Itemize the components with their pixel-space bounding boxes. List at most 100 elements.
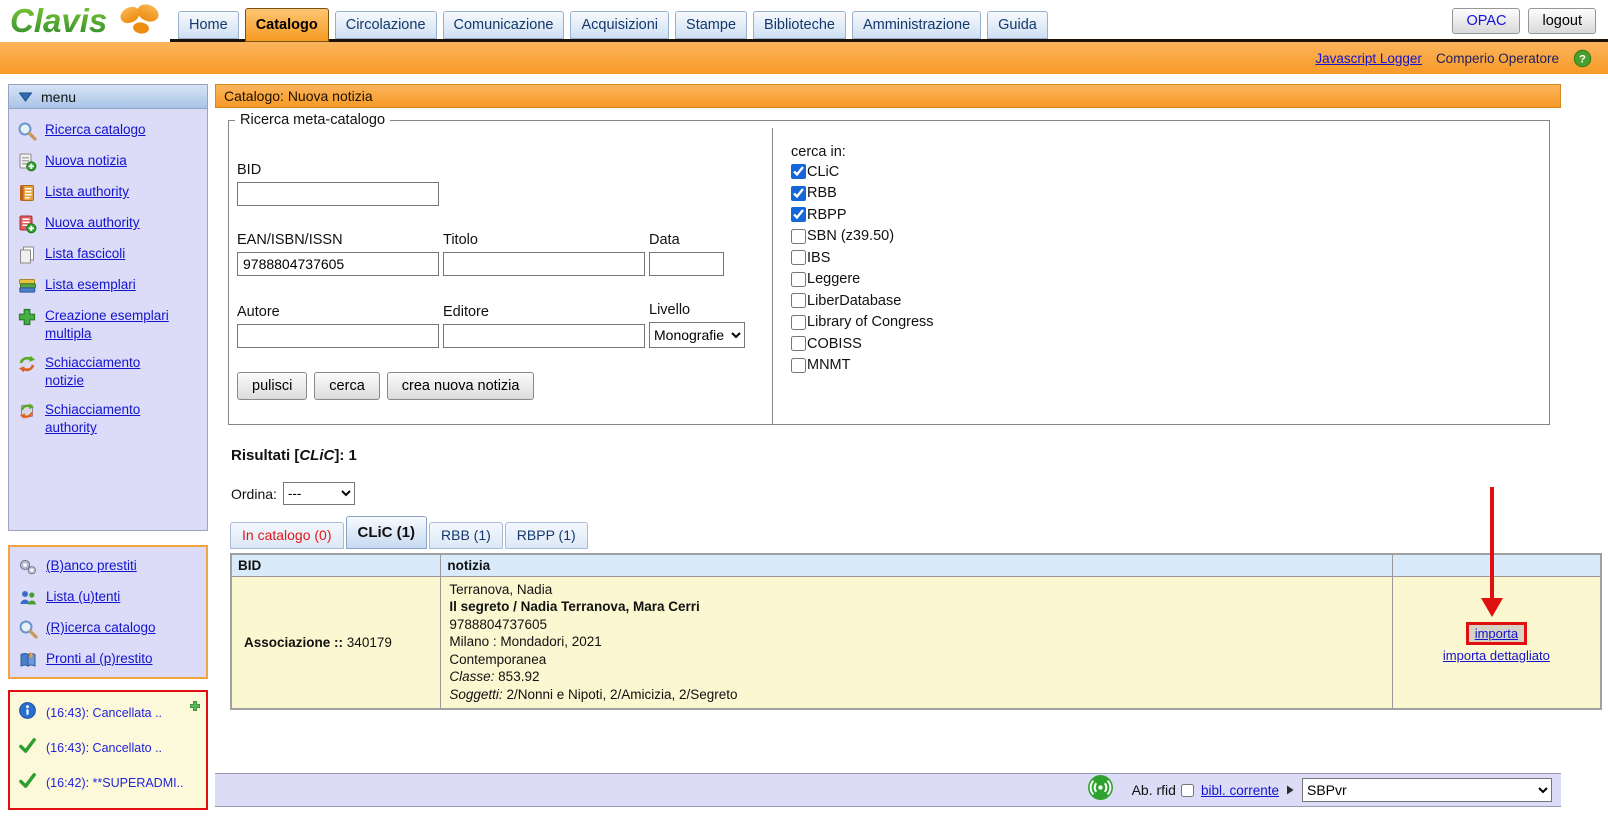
sidebar-link-ricerca-catalogo-quick[interactable]: (R)icerca catalogo (46, 619, 156, 637)
tab-acquisizioni[interactable]: Acquisizioni (570, 11, 669, 39)
sidebar-link-nuova-notizia[interactable]: Nuova notizia (45, 152, 127, 170)
editore-input[interactable] (443, 324, 645, 348)
meta-catalog-search: Ricerca meta-catalogo BID EAN/ISBN/ISSN … (228, 112, 1550, 425)
source-mnmt-checkbox[interactable] (791, 358, 806, 373)
sidebar-item-nuova-authority[interactable]: Nuova authority (17, 214, 201, 234)
autore-input[interactable] (237, 324, 439, 348)
sidebar-item-schiacciamento-notizie[interactable]: Schiacciamento notizie (17, 354, 201, 390)
ordina-select[interactable]: --- (283, 482, 355, 505)
sidebar-link-lista-utenti[interactable]: Lista (u)tenti (46, 588, 120, 606)
livello-select[interactable]: Monografie (649, 322, 745, 348)
sidebar-link-creazione-esemplari[interactable]: Creazione esemplari multipla (45, 307, 177, 343)
notification-row[interactable]: (16:42): **SUPERADMI.. (18, 771, 200, 795)
sidebar-link-ricerca-catalogo[interactable]: Ricerca catalogo (45, 121, 146, 139)
source-rbpp-checkbox[interactable] (791, 207, 806, 222)
opac-button[interactable]: OPAC (1452, 8, 1520, 34)
source-rbpp[interactable]: RBPP (791, 204, 934, 226)
tab-clic[interactable]: CLiC (1) (346, 516, 428, 549)
source-rbb-checkbox[interactable] (791, 186, 806, 201)
source-mnmt[interactable]: MNMT (791, 355, 934, 377)
sidebar-item-lista-esemplari[interactable]: Lista esemplari (17, 276, 201, 296)
logout-button[interactable]: logout (1528, 8, 1596, 34)
tab-rbpp[interactable]: RBPP (1) (505, 522, 588, 549)
bibl-corrente-link[interactable]: bibl. corrente (1201, 783, 1279, 798)
sidebar-link-pronti-prestito[interactable]: Pronti al (p)restito (46, 650, 153, 668)
source-label: LiberDatabase (807, 293, 901, 309)
sidebar-link-nuova-authority[interactable]: Nuova authority (45, 214, 140, 232)
sidebar-link-schiacciamento-authority[interactable]: Schiacciamento authority (45, 401, 177, 437)
classe-value: 853.92 (498, 669, 539, 684)
source-label: IBS (807, 250, 830, 266)
source-label: MNMT (807, 357, 851, 373)
source-rbb[interactable]: RBB (791, 183, 934, 205)
sort-control: Ordina: --- (231, 482, 355, 505)
bid-type-label: Associazione :: (244, 635, 343, 650)
add-notification-icon[interactable] (189, 699, 201, 717)
col-header-bid: BID (231, 554, 441, 576)
butterfly-icon (118, 1, 162, 34)
crea-nuova-notizia-button[interactable]: crea nuova notizia (387, 372, 535, 400)
sidebar-item-creazione-esemplari[interactable]: Creazione esemplari multipla (17, 307, 201, 343)
cerca-button[interactable]: cerca (314, 372, 379, 400)
sidebar-item-schiacciamento-authority[interactable]: Schiacciamento authority (17, 401, 201, 437)
sidebar-item-lista-utenti[interactable]: Lista (u)tenti (18, 588, 200, 608)
importa-link[interactable]: importa (1475, 626, 1518, 641)
sidebar-link-banco-prestiti[interactable]: (B)anco prestiti (46, 557, 137, 575)
sidebar-link-schiacciamento-notizie[interactable]: Schiacciamento notizie (45, 354, 177, 390)
menu-header[interactable]: menu (9, 85, 207, 109)
source-leggere[interactable]: Leggere (791, 269, 934, 291)
rfid-checkbox[interactable] (1181, 784, 1194, 797)
pulisci-button[interactable]: pulisci (237, 372, 307, 400)
source-sbn[interactable]: SBN (z39.50) (791, 226, 934, 248)
importa-dettagliato-link[interactable]: importa dettagliato (1443, 648, 1550, 663)
search-sources: cerca in: CLiC RBB RBPP SBN (z39.50) IBS… (773, 128, 934, 424)
source-cobiss-checkbox[interactable] (791, 336, 806, 351)
library-select[interactable]: SBPvr (1302, 778, 1552, 802)
source-clic[interactable]: CLiC (791, 161, 934, 183)
info-icon (18, 701, 37, 725)
tab-biblioteche[interactable]: Biblioteche (753, 11, 846, 39)
source-loc-checkbox[interactable] (791, 315, 806, 330)
source-sbn-checkbox[interactable] (791, 229, 806, 244)
sidebar-item-banco-prestiti[interactable]: (B)anco prestiti (18, 557, 200, 577)
titolo-input[interactable] (443, 252, 645, 276)
ean-input[interactable] (237, 252, 439, 276)
source-cobiss[interactable]: COBISS (791, 333, 934, 355)
tab-amministrazione[interactable]: Amministrazione (852, 11, 981, 39)
sidebar-link-lista-esemplari[interactable]: Lista esemplari (45, 276, 136, 294)
help-icon[interactable]: ? (1573, 49, 1592, 68)
source-leggere-checkbox[interactable] (791, 272, 806, 287)
notification-row[interactable]: (16:43): Cancellato .. (18, 736, 200, 760)
sidebar-item-nuova-notizia[interactable]: Nuova notizia (17, 152, 201, 172)
authority-add-icon (17, 214, 37, 234)
tab-catalogo[interactable]: Catalogo (245, 8, 329, 42)
source-ibs-checkbox[interactable] (791, 250, 806, 265)
tab-home[interactable]: Home (178, 11, 239, 39)
tab-stampe[interactable]: Stampe (675, 11, 747, 39)
sidebar-item-pronti-prestito[interactable]: Pronti al (p)restito (18, 650, 200, 670)
sidebar-item-ricerca-catalogo-quick[interactable]: (R)icerca catalogo (18, 619, 200, 639)
source-ibs[interactable]: IBS (791, 247, 934, 269)
javascript-logger-link[interactable]: Javascript Logger (1315, 51, 1422, 66)
notification-row[interactable]: (16:43): Cancellata .. (18, 701, 200, 725)
rfid-icon (1087, 774, 1114, 806)
tab-guida[interactable]: Guida (987, 11, 1048, 39)
menu-header-label: menu (41, 89, 76, 105)
bid-input[interactable] (237, 182, 439, 206)
source-liberdatabase[interactable]: LiberDatabase (791, 290, 934, 312)
sidebar-item-lista-authority[interactable]: Lista authority (17, 183, 201, 203)
summary-prefix: Risultati [ (231, 447, 299, 464)
tab-in-catalogo[interactable]: In catalogo (0) (230, 522, 344, 549)
source-liberdatabase-checkbox[interactable] (791, 293, 806, 308)
tab-circolazione[interactable]: Circolazione (335, 11, 437, 39)
sidebar-item-ricerca-catalogo[interactable]: Ricerca catalogo (17, 121, 201, 141)
book-stack-icon (17, 276, 37, 296)
tab-rbb[interactable]: RBB (1) (429, 522, 503, 549)
sidebar-link-lista-fascicoli[interactable]: Lista fascicoli (45, 245, 125, 263)
source-clic-checkbox[interactable] (791, 164, 806, 179)
sidebar-item-lista-fascicoli[interactable]: Lista fascicoli (17, 245, 201, 265)
tab-comunicazione[interactable]: Comunicazione (443, 11, 565, 39)
sidebar-link-lista-authority[interactable]: Lista authority (45, 183, 129, 201)
data-input[interactable] (649, 252, 724, 276)
source-library-of-congress[interactable]: Library of Congress (791, 312, 934, 334)
